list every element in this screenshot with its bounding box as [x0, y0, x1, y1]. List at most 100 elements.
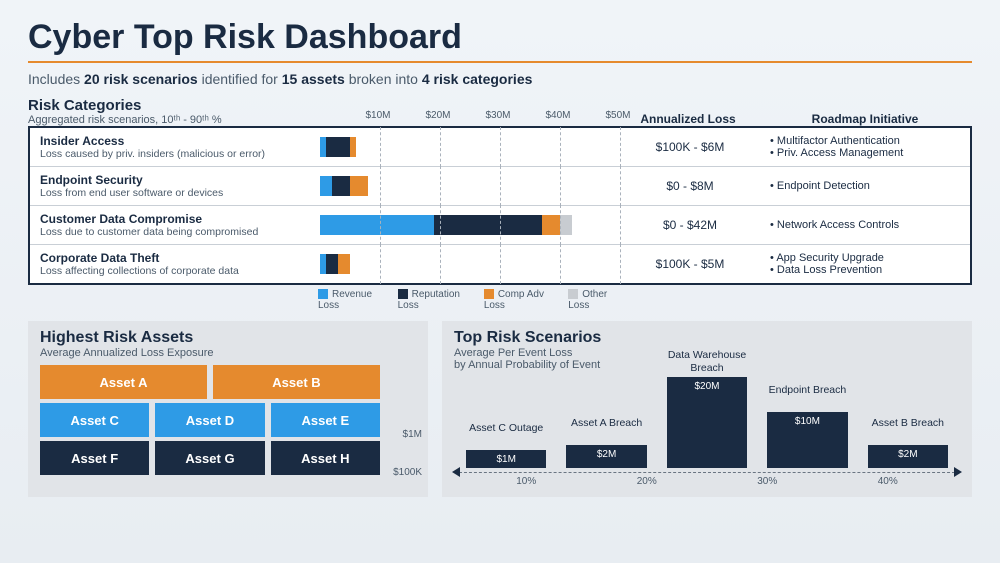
- assets-title: Highest Risk Assets: [40, 329, 416, 347]
- subtitle-bold: 4 risk categories: [422, 71, 533, 87]
- risk-row: Insider AccessLoss caused by priv. insid…: [30, 128, 970, 166]
- bar-segment-rep: [326, 254, 338, 274]
- bar-segment-rev: [320, 215, 434, 235]
- scenario-label: Asset B Breach: [872, 417, 944, 430]
- asset-cell: Asset F: [40, 441, 149, 475]
- axis-arrow-left-icon: [452, 467, 460, 477]
- scenario-axis-tick: 40%: [878, 476, 898, 487]
- scenario-axis-tick: 10%: [516, 476, 536, 487]
- asset-cell: Asset H: [271, 441, 380, 475]
- risk-bar: [320, 250, 620, 278]
- assets-subtitle: Average Annualized Loss Exposure: [40, 347, 416, 359]
- bottom-panels: Highest Risk Assets Average Annualized L…: [28, 321, 972, 497]
- risk-name: Insider Access: [40, 134, 310, 148]
- risk-name: Corporate Data Theft: [40, 251, 310, 265]
- roadmap-initiatives: App Security UpgradeData Loss Prevention: [760, 252, 970, 276]
- scenario-value: $2M: [898, 449, 917, 460]
- risk-row: Endpoint SecurityLoss from end user soft…: [30, 166, 970, 205]
- swatch-reputation: [398, 289, 408, 299]
- subtitle-bold: 20 risk scenarios: [84, 71, 198, 87]
- scenario-axis-tick: 20%: [637, 476, 657, 487]
- risk-name: Customer Data Compromise: [40, 212, 310, 226]
- page-title: Cyber Top Risk Dashboard: [28, 18, 972, 57]
- bar-segment-comp: [350, 176, 368, 196]
- header-annualized: Annualized Loss: [618, 112, 758, 126]
- annualized-loss: $0 - $42M: [620, 218, 760, 232]
- asset-cell: Asset C: [40, 403, 149, 437]
- asset-tier-row: Asset FAsset GAsset H: [40, 441, 380, 475]
- scenario-label: Endpoint Breach: [769, 384, 847, 397]
- annualized-loss: $100K - $6M: [620, 140, 760, 154]
- scenarios-title: Top Risk Scenarios: [454, 329, 960, 347]
- roadmap-item: App Security Upgrade: [770, 252, 970, 264]
- risk-categories-header: Risk Categories Aggregated risk scenario…: [28, 97, 972, 126]
- asset-cell: Asset B: [213, 365, 380, 399]
- annualized-loss: $100K - $5M: [620, 257, 760, 271]
- scenario-bar: Asset C Outage$1M: [466, 450, 546, 468]
- subtitle-bold: 15 assets: [282, 71, 345, 87]
- axis-tick: $50M: [605, 110, 630, 121]
- legend-item: Revenue Loss: [318, 289, 380, 311]
- scenario-label: Asset A Breach: [571, 417, 642, 430]
- annualized-loss: $0 - $8M: [620, 179, 760, 193]
- roadmap-item: Endpoint Detection: [770, 180, 970, 192]
- risk-categories-subtitle: Aggregated risk scenarios, 10ᵗʰ - 90ᵗʰ %: [28, 114, 318, 126]
- risk-desc: Loss caused by priv. insiders (malicious…: [40, 148, 310, 160]
- swatch-other: [568, 289, 578, 299]
- bar-segment-rep: [434, 215, 542, 235]
- risk-name: Endpoint Security: [40, 173, 310, 187]
- highest-risk-assets-panel: Highest Risk Assets Average Annualized L…: [28, 321, 428, 497]
- risk-row: Corporate Data TheftLoss affecting colle…: [30, 244, 970, 283]
- asset-tier-row: Asset CAsset DAsset E: [40, 403, 380, 437]
- legend-item: Comp Adv Loss: [484, 289, 550, 311]
- asset-cell: Asset A: [40, 365, 207, 399]
- scenario-label: Asset C Outage: [469, 422, 543, 435]
- asset-tick: $1M: [403, 429, 422, 440]
- scenario-bar: Asset A Breach$2M: [566, 445, 646, 468]
- roadmap-initiatives: Endpoint Detection: [760, 180, 970, 192]
- subtitle-text: broken into: [345, 71, 422, 87]
- risk-axis: $10M $20M $30M $40M $50M: [318, 110, 618, 126]
- risk-categories-table: Insider AccessLoss caused by priv. insid…: [28, 126, 972, 285]
- scenario-bar: Asset B Breach$2M: [868, 445, 948, 468]
- scenario-axis-tick: 30%: [757, 476, 777, 487]
- asset-cell: Asset D: [155, 403, 264, 437]
- subtitle: Includes 20 risk scenarios identified fo…: [28, 71, 972, 87]
- subtitle-text: identified for: [198, 71, 282, 87]
- axis-tick: $20M: [425, 110, 450, 121]
- scenario-bar: Endpoint Breach$10M: [767, 412, 847, 468]
- asset-tier-row: Asset AAsset B: [40, 365, 380, 399]
- header-roadmap: Roadmap Initiative: [758, 112, 972, 126]
- risk-bar: [320, 133, 620, 161]
- scenario-label: Data WarehouseBreach: [668, 349, 746, 374]
- risk-categories-title: Risk Categories: [28, 97, 318, 114]
- risk-desc: Loss due to customer data being compromi…: [40, 226, 310, 238]
- bar-segment-comp: [338, 254, 350, 274]
- bar-segment-other: [560, 215, 572, 235]
- bar-segment-comp: [350, 137, 356, 157]
- scenario-bar: Data WarehouseBreach$20M: [667, 377, 747, 468]
- scenarios-axis: 10% 20% 30% 40%: [454, 473, 960, 487]
- bar-segment-rep: [332, 176, 350, 196]
- bar-segment-rep: [326, 137, 350, 157]
- risk-desc: Loss from end user software or devices: [40, 187, 310, 199]
- swatch-compadv: [484, 289, 494, 299]
- swatch-revenue: [318, 289, 328, 299]
- bar-segment-rev: [320, 176, 332, 196]
- legend: Revenue Loss Reputation Loss Comp Adv Lo…: [28, 289, 618, 311]
- roadmap-item: Multifactor Authentication: [770, 135, 970, 147]
- asset-tick: $100K: [393, 467, 422, 478]
- scenario-value: $20M: [695, 381, 720, 392]
- subtitle-text: Includes: [28, 71, 84, 87]
- risk-bar: [320, 172, 620, 200]
- top-risk-scenarios-panel: Top Risk Scenarios Average Per Event Los…: [442, 321, 972, 497]
- axis-tick: $30M: [485, 110, 510, 121]
- scenario-value: $10M: [795, 416, 820, 427]
- roadmap-item: Network Access Controls: [770, 219, 970, 231]
- title-rule: [28, 61, 972, 63]
- asset-cell: Asset G: [155, 441, 264, 475]
- legend-item: Reputation Loss: [398, 289, 466, 311]
- risk-bar: [320, 211, 620, 239]
- scenario-value: $2M: [597, 449, 616, 460]
- roadmap-initiatives: Network Access Controls: [760, 219, 970, 231]
